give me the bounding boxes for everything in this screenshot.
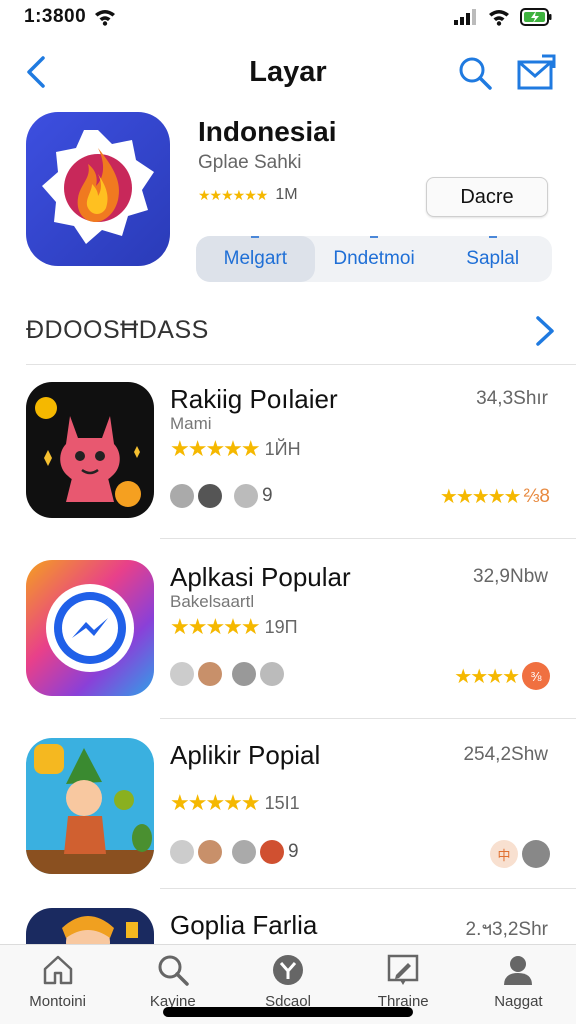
search-icon	[158, 955, 189, 986]
segment-saplal[interactable]: Saplal	[433, 236, 552, 282]
tab-home[interactable]: Montoini	[0, 945, 115, 1024]
tab-label: Montoini	[29, 993, 86, 1010]
item-chips	[170, 662, 284, 686]
badge-icon: 中	[490, 840, 518, 868]
mail-icon[interactable]	[516, 54, 556, 92]
profile-icon	[504, 956, 533, 985]
segment-melgart[interactable]: Melgart	[196, 236, 315, 282]
item-rating: ★★★★★ 19П	[170, 614, 298, 640]
item-subtitle: Mami	[170, 414, 212, 433]
item-secondary-rating: ★★★★ ⅜	[454, 662, 550, 690]
divider	[160, 888, 576, 889]
rating-count: 1M	[275, 186, 298, 203]
gnome-game-icon	[26, 738, 154, 874]
badge-label: 中	[497, 847, 511, 863]
chip-icon	[232, 662, 256, 686]
item-title: Aplkasi Popular	[170, 562, 351, 592]
tab-profile[interactable]: Naggat	[461, 945, 576, 1024]
item-size: 32,9Nbw	[473, 566, 548, 587]
chip-icon	[198, 840, 222, 864]
battery-icon	[520, 8, 552, 26]
item-rating: ★★★★★ 1ЙH	[170, 436, 301, 462]
divider	[160, 538, 576, 539]
item-secondary-rating: 中	[490, 840, 550, 868]
item-title: Goplia Farlia	[170, 910, 318, 940]
badge-icon	[522, 840, 550, 868]
rating-stars: ★★★★★	[439, 486, 522, 508]
status-time: 1:3800	[24, 6, 87, 27]
item-size: 2.ฯ3,2Shr	[465, 919, 549, 940]
rating-count: 1ЙH	[264, 438, 301, 459]
home-indicator[interactable]	[163, 1007, 413, 1017]
badge-icon: ⅜	[522, 662, 550, 690]
fox-game-icon	[26, 382, 154, 518]
chip-label: 9	[288, 841, 299, 862]
home-icon	[43, 955, 72, 985]
section-header: ĐDOOSĦDASS	[0, 306, 576, 356]
signal-icon	[454, 9, 476, 25]
rating-stars: ★★★★	[454, 665, 520, 688]
app-developer[interactable]: Gplae Sahki	[198, 152, 302, 174]
app-rating: ★★★★★★ 1M	[198, 186, 298, 204]
tab-label: Naggat	[494, 993, 543, 1010]
chip-label: 9	[262, 485, 273, 506]
item-subtitle: Bakelsaartl	[170, 592, 255, 611]
item-chips: 9	[170, 484, 273, 508]
chip-icon	[170, 840, 194, 864]
list-item[interactable]: Rakiig Poılaier Mami ★★★★★ 1ЙH 34,3Shır …	[0, 382, 576, 552]
item-title: Rakiig Poılaier	[170, 384, 338, 414]
chip-icon	[232, 840, 256, 864]
list-item[interactable]: Aplikir Popial ★★★★★ 15Ӏ1 254,2Shw 9 中	[0, 738, 576, 908]
chevron-right-icon[interactable]	[530, 314, 558, 348]
navigation-bar: Layar	[0, 44, 576, 100]
wifi-icon	[489, 10, 509, 26]
rating-stars: ★★★★★	[170, 436, 261, 461]
rating-stars: ★★★★★	[170, 614, 261, 639]
divider	[26, 364, 576, 365]
flame-badge-icon	[42, 130, 154, 244]
app-icon[interactable]	[26, 112, 170, 266]
chip-icon	[170, 662, 194, 686]
rating-count: 15Ӏ1	[264, 792, 300, 813]
rating-stars: ★★★★★★	[198, 186, 268, 203]
chip-icon	[170, 484, 194, 508]
search-icon[interactable]	[456, 54, 494, 92]
section-title: ĐDOOSĦDASS	[26, 316, 209, 344]
rating-count: 19П	[264, 616, 298, 637]
badge-label: ⅜	[530, 668, 542, 684]
chip-icon	[260, 840, 284, 864]
item-rating: ★★★★★ 15Ӏ1	[170, 790, 300, 816]
segmented-control: Melgart Dndetmoi Saplal	[196, 236, 552, 282]
divider	[160, 718, 576, 719]
item-title: Aplikir Popial	[170, 740, 321, 770]
item-chips: 9	[170, 840, 299, 864]
chip-icon	[234, 484, 258, 508]
rating-label: ⅔8	[523, 485, 550, 507]
explore-icon	[273, 955, 303, 985]
app-name: Indonesiai	[198, 116, 337, 147]
status-bar: 1:3800	[0, 0, 576, 36]
item-size: 254,2Shw	[463, 744, 548, 765]
item-secondary-rating: ★★★★★ ⅔8	[440, 484, 550, 509]
list-item[interactable]: Aplkasi Popular Bakelsaartl ★★★★★ 19П 32…	[0, 560, 576, 730]
chip-icon	[260, 662, 284, 686]
app-header: Indonesiai Gplae Sahki ★★★★★★ 1M Dacre M…	[0, 110, 576, 290]
chip-icon	[198, 662, 222, 686]
wifi-icon	[95, 10, 115, 26]
list-item[interactable]: Goplia Farlia 2.ฯ3,2Shr	[0, 908, 576, 944]
edit-icon	[387, 954, 419, 985]
item-size: 34,3Shır	[476, 388, 548, 409]
messenger-icon	[26, 560, 154, 696]
get-button[interactable]: Dacre	[426, 177, 548, 217]
character-game-icon	[26, 908, 154, 944]
rating-stars: ★★★★★	[170, 790, 261, 815]
chip-icon	[198, 484, 222, 508]
segment-dndetmoi[interactable]: Dndetmoi	[315, 236, 434, 282]
